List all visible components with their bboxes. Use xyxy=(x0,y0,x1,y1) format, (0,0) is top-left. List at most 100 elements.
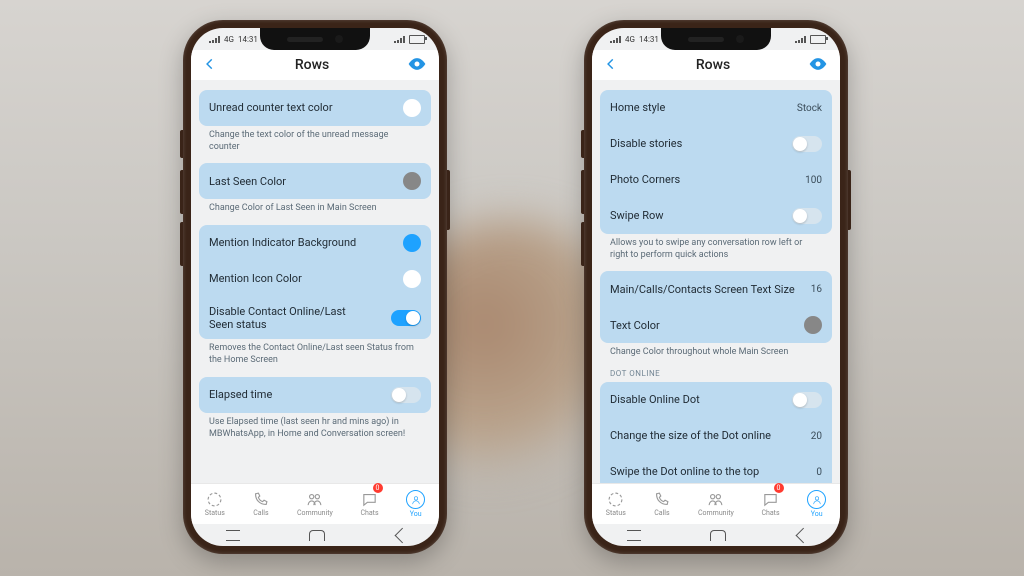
row-mention-bg[interactable]: Mention Indicator Background xyxy=(199,225,431,261)
net-indicator: 4G xyxy=(224,35,234,44)
toggle-swipe-row[interactable] xyxy=(792,208,822,224)
tab-chats[interactable]: 0Chats xyxy=(761,491,779,517)
toggle-disable-online[interactable] xyxy=(391,310,421,326)
section-dot-online: DOT ONLINE xyxy=(600,359,832,380)
row-unread-counter-color[interactable]: Unread counter text color xyxy=(199,90,431,126)
row-swipe-row[interactable]: Swipe Row xyxy=(600,198,832,234)
page-title: Rows xyxy=(295,57,329,73)
header-bar: Rows xyxy=(191,50,439,80)
tab-status[interactable]: Status xyxy=(606,491,626,517)
tab-calls[interactable]: Calls xyxy=(252,491,269,517)
preview-eye-icon[interactable] xyxy=(808,56,828,75)
row-text-color[interactable]: Text Color xyxy=(600,307,832,343)
row-text-size[interactable]: Main/Calls/Contacts Screen Text Size 16 xyxy=(600,271,832,307)
row-label: Home style xyxy=(610,101,665,114)
row-value: Stock xyxy=(797,103,822,114)
toggle-disable-stories[interactable] xyxy=(792,136,822,152)
color-swatch-blue[interactable] xyxy=(403,234,421,252)
desc-unread-counter: Change the text color of the unread mess… xyxy=(199,126,431,153)
desc-text-color: Change Color throughout whole Main Scree… xyxy=(600,343,832,359)
color-swatch-white[interactable] xyxy=(403,270,421,288)
back-icon[interactable] xyxy=(795,527,811,543)
clock: 14:31 xyxy=(238,35,258,44)
notch xyxy=(661,28,771,50)
net-indicator: 4G xyxy=(625,35,635,44)
back-icon[interactable] xyxy=(394,527,410,543)
row-label: Disable Online Dot xyxy=(610,393,700,406)
avatar-icon xyxy=(406,490,425,509)
row-label: Change the size of the Dot online xyxy=(610,429,771,442)
tab-community[interactable]: Community xyxy=(698,491,734,517)
row-label: Swipe Row xyxy=(610,209,664,222)
home-icon[interactable] xyxy=(710,530,726,541)
avatar-icon xyxy=(807,490,826,509)
row-disable-stories[interactable]: Disable stories xyxy=(600,126,832,162)
row-label: Disable Contact Online/Last Seen status xyxy=(209,305,369,331)
screenshot-stage: 4G 14:31 Rows Unread counter text color C… xyxy=(0,0,1024,576)
tab-you[interactable]: You xyxy=(406,490,425,518)
screen-left: 4G 14:31 Rows Unread counter text color C… xyxy=(191,28,439,546)
color-swatch-grey[interactable] xyxy=(403,172,421,190)
toggle-elapsed[interactable] xyxy=(391,387,421,403)
row-value: 100 xyxy=(805,175,822,186)
tab-you[interactable]: You xyxy=(807,490,826,518)
row-elapsed-time[interactable]: Elapsed time xyxy=(199,377,431,413)
desc-last-seen: Change Color of Last Seen in Main Screen xyxy=(199,199,431,215)
tab-chats[interactable]: 0Chats xyxy=(360,491,378,517)
row-label: Unread counter text color xyxy=(209,101,333,114)
toggle-disable-dot[interactable] xyxy=(792,392,822,408)
color-swatch-white[interactable] xyxy=(403,99,421,117)
row-value: 0 xyxy=(816,467,822,478)
tab-community[interactable]: Community xyxy=(297,491,333,517)
chats-badge: 0 xyxy=(774,483,784,493)
row-last-seen-color[interactable]: Last Seen Color xyxy=(199,163,431,199)
desc-elapsed: Use Elapsed time (last seen hr and mins … xyxy=(199,413,431,440)
page-title: Rows xyxy=(696,57,730,73)
row-dot-size[interactable]: Change the size of the Dot online 20 xyxy=(600,418,832,454)
group-text: Main/Calls/Contacts Screen Text Size 16 … xyxy=(600,271,832,343)
row-label: Mention Icon Color xyxy=(209,272,302,285)
row-label: Last Seen Color xyxy=(209,175,286,188)
row-value: 20 xyxy=(811,431,822,442)
chats-badge: 0 xyxy=(373,483,383,493)
home-icon[interactable] xyxy=(309,530,325,541)
row-home-style[interactable]: Home style Stock xyxy=(600,90,832,126)
color-swatch-grey[interactable] xyxy=(804,316,822,334)
row-dot-swipe-top[interactable]: Swipe the Dot online to the top 0 xyxy=(600,454,832,484)
row-label: Elapsed time xyxy=(209,388,272,401)
row-photo-corners[interactable]: Photo Corners 100 xyxy=(600,162,832,198)
row-label: Disable stories xyxy=(610,137,682,150)
tab-status[interactable]: Status xyxy=(205,491,225,517)
group-last-seen: Last Seen Color xyxy=(199,163,431,199)
back-button[interactable] xyxy=(604,56,618,75)
back-button[interactable] xyxy=(203,56,217,75)
bottom-tabbar: Status Calls Community 0Chats You xyxy=(592,483,840,524)
row-value: 16 xyxy=(811,284,822,295)
bottom-tabbar: Status Calls Community 0Chats You xyxy=(191,483,439,524)
content-area-right[interactable]: Home style Stock Disable stories Photo C… xyxy=(592,80,840,484)
row-label: Photo Corners xyxy=(610,173,680,186)
content-area-left[interactable]: Unread counter text color Change the tex… xyxy=(191,80,439,484)
recent-apps-icon[interactable] xyxy=(226,530,240,541)
group-elapsed: Elapsed time xyxy=(199,377,431,413)
desc-mention: Removes the Contact Online/Last seen Sta… xyxy=(199,339,431,366)
desc-swipe-row: Allows you to swipe any conversation row… xyxy=(600,234,832,261)
row-label: Main/Calls/Contacts Screen Text Size xyxy=(610,283,795,296)
row-mention-icon[interactable]: Mention Icon Color xyxy=(199,261,431,297)
row-disable-dot[interactable]: Disable Online Dot xyxy=(600,382,832,418)
group-unread-counter: Unread counter text color xyxy=(199,90,431,126)
tab-calls[interactable]: Calls xyxy=(653,491,670,517)
phone-right: 4G 14:31 Rows Home style Stock Disable st… xyxy=(584,20,848,554)
recent-apps-icon[interactable] xyxy=(627,530,641,541)
phone-left: 4G 14:31 Rows Unread counter text color C… xyxy=(183,20,447,554)
header-bar: Rows xyxy=(592,50,840,80)
system-nav xyxy=(191,524,439,546)
preview-eye-icon[interactable] xyxy=(407,56,427,75)
system-nav xyxy=(592,524,840,546)
screen-right: 4G 14:31 Rows Home style Stock Disable st… xyxy=(592,28,840,546)
clock: 14:31 xyxy=(639,35,659,44)
row-label: Mention Indicator Background xyxy=(209,236,356,249)
group-mention: Mention Indicator Background Mention Ico… xyxy=(199,225,431,339)
row-disable-online[interactable]: Disable Contact Online/Last Seen status xyxy=(199,297,431,339)
battery-icon xyxy=(409,35,425,44)
